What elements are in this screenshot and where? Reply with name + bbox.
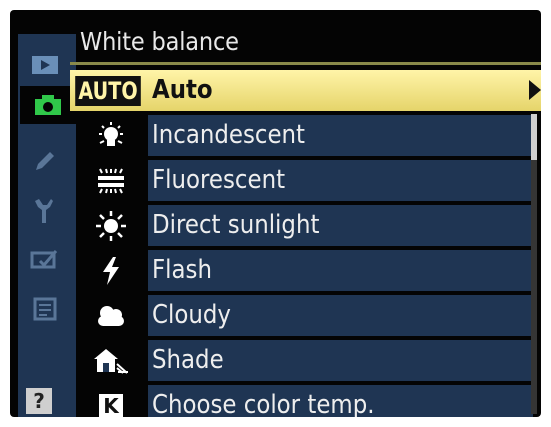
retouch-icon: [30, 250, 58, 269]
menu-item-label: Flash: [152, 255, 212, 285]
shooting-tab[interactable]: [20, 86, 76, 124]
menu-item-label: Direct sunlight: [152, 210, 320, 240]
scrollbar[interactable]: [531, 114, 537, 414]
wrench-icon: [35, 199, 53, 223]
submenu-arrow-icon: [529, 80, 541, 100]
title-divider: [70, 62, 541, 65]
recent-settings-tab[interactable]: [22, 290, 68, 328]
playback-icon: [32, 56, 58, 74]
menu-item-label: Shade: [152, 345, 224, 375]
camera-icon: [35, 95, 61, 115]
page-title: White balance: [80, 27, 239, 56]
white-balance-menu: AUTO Auto Incandescent Fluorescent Direc…: [70, 70, 541, 417]
kelvin-icon: K: [99, 393, 123, 417]
menu-item-direct-sunlight[interactable]: Direct sunlight: [70, 205, 541, 246]
help-icon[interactable]: ?: [26, 388, 52, 414]
fluorescent-icon: [98, 168, 124, 193]
menu-item-label: Auto: [152, 75, 213, 105]
playback-tab[interactable]: [22, 46, 68, 84]
menu-item-label: Choose color temp.: [152, 390, 375, 417]
setup-tab[interactable]: [22, 192, 68, 230]
shade-icon: [94, 348, 128, 374]
incandescent-icon: [99, 121, 123, 146]
sun-icon: [96, 210, 126, 241]
menu-item-shade[interactable]: Shade: [70, 340, 541, 381]
menu-item-flash[interactable]: Flash: [70, 250, 541, 291]
menu-item-label: Cloudy: [152, 300, 231, 330]
menu-item-fluorescent[interactable]: Fluorescent: [70, 160, 541, 201]
auto-wb-icon: AUTO: [75, 75, 141, 106]
retouch-tab[interactable]: [22, 240, 68, 278]
menu-item-choose-color-temp[interactable]: K Choose color temp.: [70, 385, 541, 417]
cloud-icon: [98, 305, 124, 326]
menu-item-incandescent[interactable]: Incandescent: [70, 115, 541, 156]
menu-item-cloudy[interactable]: Cloudy: [70, 295, 541, 336]
custom-settings-tab[interactable]: [22, 142, 68, 180]
recent-settings-icon: [33, 297, 57, 321]
menu-item-label: Fluorescent: [152, 165, 286, 195]
menu-item-auto[interactable]: AUTO Auto: [70, 70, 541, 111]
pencil-icon: [36, 152, 54, 170]
menu-tab-strip: [18, 34, 76, 417]
flash-icon: [103, 256, 119, 285]
scrollbar-thumb[interactable]: [531, 114, 537, 160]
menu-item-label: Incandescent: [152, 120, 306, 150]
camera-lcd: ? White balance AUTO Auto Incandescent F…: [10, 10, 541, 417]
